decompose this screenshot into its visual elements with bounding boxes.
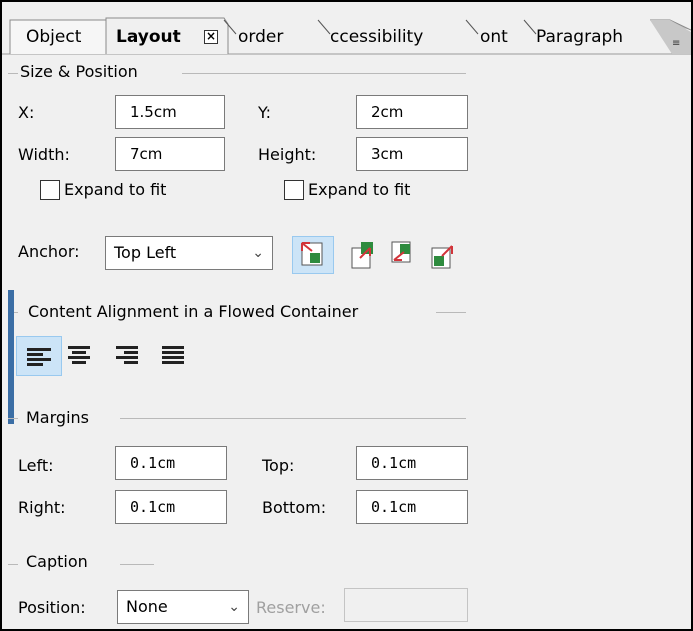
tab-font[interactable]: ont <box>480 20 508 54</box>
caption-position-dropdown[interactable]: None ⌄ <box>117 590 249 624</box>
margin-left-input[interactable]: 0.1cm <box>115 446 227 480</box>
height-label: Height: <box>258 145 317 164</box>
align-left-button[interactable] <box>16 336 62 376</box>
chevron-down-icon: ⌄ <box>228 599 240 615</box>
expand-height-label: Expand to fit <box>308 180 411 199</box>
tab-paragraph[interactable]: Paragraph <box>536 20 623 54</box>
anchor-bottom-left-icon[interactable] <box>390 240 416 270</box>
anchor-bottom-right-icon[interactable] <box>430 242 458 272</box>
chevron-down-icon: ⌄ <box>252 245 264 261</box>
reserve-input <box>344 588 468 622</box>
margin-right-label: Right: <box>18 498 66 517</box>
tab-layout[interactable]: Layout <box>116 20 181 54</box>
margins-heading: Margins <box>26 408 89 427</box>
margin-bottom-input[interactable]: 0.1cm <box>356 490 468 524</box>
tab-object[interactable]: Object <box>26 20 81 54</box>
height-input[interactable]: 3cm <box>356 137 468 171</box>
expand-height-checkbox[interactable] <box>284 180 304 200</box>
anchor-top-left-icon <box>301 242 323 266</box>
panel-menu-icon[interactable]: ≡ <box>672 38 680 49</box>
width-input[interactable]: 7cm <box>115 137 225 171</box>
tab-accessibility[interactable]: ccessibility <box>330 20 423 54</box>
margin-top-input[interactable]: 0.1cm <box>356 446 468 480</box>
align-right-icon[interactable] <box>114 344 142 368</box>
y-input[interactable]: 2cm <box>356 95 468 129</box>
anchor-top-left-button[interactable] <box>292 236 334 274</box>
align-justify-icon[interactable] <box>160 344 188 368</box>
group-line <box>8 73 18 74</box>
content-alignment-heading: Content Alignment in a Flowed Container <box>28 302 359 321</box>
width-label: Width: <box>18 145 70 164</box>
group-line <box>120 418 466 419</box>
group-line <box>8 564 18 565</box>
anchor-label: Anchor: <box>18 242 80 261</box>
tab-border[interactable]: order <box>238 20 283 54</box>
group-line <box>436 312 466 313</box>
x-label: X: <box>18 103 35 122</box>
y-label: Y: <box>258 103 272 122</box>
scroll-indicator <box>8 290 14 424</box>
caption-position-value: None <box>126 597 168 616</box>
margin-top-label: Top: <box>262 456 295 475</box>
expand-width-label: Expand to fit <box>64 180 167 199</box>
x-input[interactable]: 1.5cm <box>115 95 225 129</box>
margin-right-input[interactable]: 0.1cm <box>115 490 227 524</box>
anchor-dropdown[interactable]: Top Left ⌄ <box>105 236 273 270</box>
tab-strip: Object Layout × order ccessibility ont P… <box>2 2 691 58</box>
margin-bottom-label: Bottom: <box>262 498 327 517</box>
group-line <box>8 418 18 419</box>
size-position-heading: Size & Position <box>20 62 138 81</box>
caption-position-label: Position: <box>18 598 86 617</box>
anchor-top-right-icon[interactable] <box>350 240 376 270</box>
caption-heading: Caption <box>26 552 88 571</box>
group-line <box>182 73 466 74</box>
anchor-value: Top Left <box>114 243 177 262</box>
align-left-icon <box>27 348 51 366</box>
close-tab-icon[interactable]: × <box>204 30 218 44</box>
group-line <box>120 564 154 565</box>
size-position-group: Size & Position <box>20 62 138 81</box>
margin-left-label: Left: <box>18 456 54 475</box>
expand-width-checkbox[interactable] <box>40 180 60 200</box>
align-center-icon[interactable] <box>66 344 94 368</box>
reserve-label: Reserve: <box>256 598 326 617</box>
